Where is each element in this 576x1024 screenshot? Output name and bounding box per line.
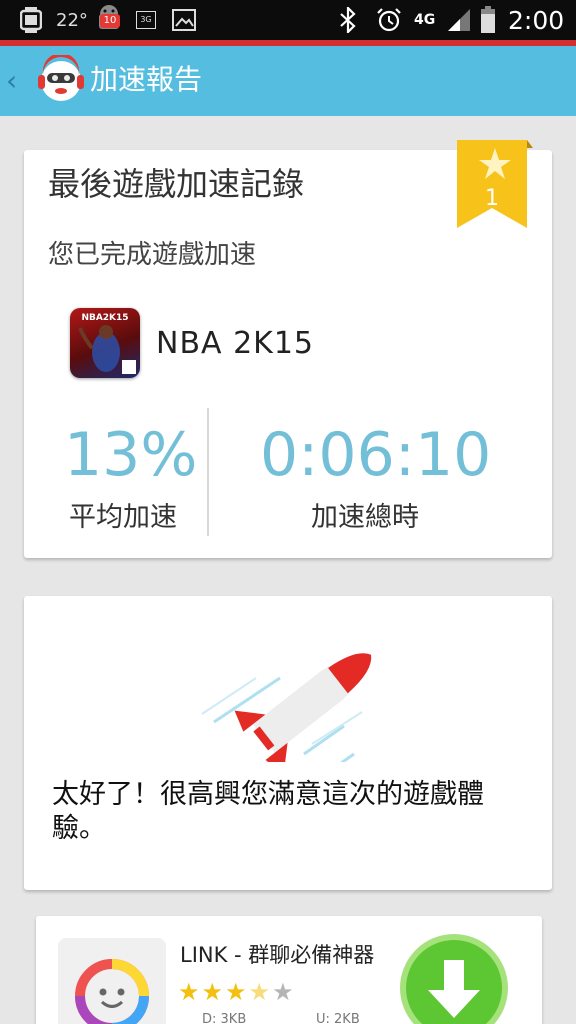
feedback-message: 太好了！很高興您滿意這次的遊戲體驗。 [52,779,484,844]
average-speedup-value: 13% [64,420,198,490]
promo-app-name[interactable]: LINK - 群聊必備神器 [180,940,374,970]
app-promo-card[interactable]: LINK - 群聊必備神器 ★★★★★ D: 3KB U: 2KB [36,916,542,1024]
rating-stars: ★★★★★ [178,978,296,1006]
temperature-text: 22° [56,9,88,31]
total-time-label: 加速總時 [311,502,419,533]
bluetooth-icon [338,0,358,40]
star-outline-icon: ★ [272,978,296,1006]
alarm-icon [376,0,402,40]
record-title: 最後遊戲加速記錄 [48,165,305,203]
star-icon: ★ [225,978,249,1006]
status-bar: 22° 10 3G 4G 2:00 [0,0,576,40]
link-app-icon[interactable] [58,938,166,1024]
total-time-value: 0:06:10 [260,420,492,490]
upload-stat: U: 2KB [316,1012,360,1024]
download-button[interactable] [400,934,508,1024]
watch-icon [20,0,42,40]
download-stat: D: 3KB [202,1012,247,1024]
notification-count-badge: 10 [100,14,120,28]
star-icon: ★ [201,978,226,1006]
rank-ribbon-badge: 1 [457,140,533,232]
average-speedup-label: 平均加速 [69,502,177,533]
back-chevron-icon[interactable]: ‹ [6,64,17,98]
app-bar: ‹ 加速報告 [0,46,576,116]
game-name: NBA 2K15 [156,326,315,361]
page-title: 加速報告 [90,63,203,96]
stat-divider [207,408,209,536]
rank-number: 1 [485,186,499,211]
network-type-text: 4G [414,12,436,28]
3g-icon: 3G [136,0,156,40]
record-subtitle: 您已完成遊戲加速 [48,240,257,270]
battery-icon [480,0,496,40]
app-logo-icon[interactable] [36,53,86,105]
download-arrow-icon [428,960,480,1018]
clock-text: 2:00 [508,5,565,35]
half-star-icon: ★ [248,978,273,1006]
image-icon [172,0,196,40]
feedback-card: 太好了！很高興您滿意這次的遊戲體驗。 [24,596,552,890]
nba-2k15-game-icon: NBA2K15 [70,308,140,378]
rocket-icon [194,632,384,784]
star-icon: ★ [178,978,202,1006]
signal-icon [446,0,472,40]
